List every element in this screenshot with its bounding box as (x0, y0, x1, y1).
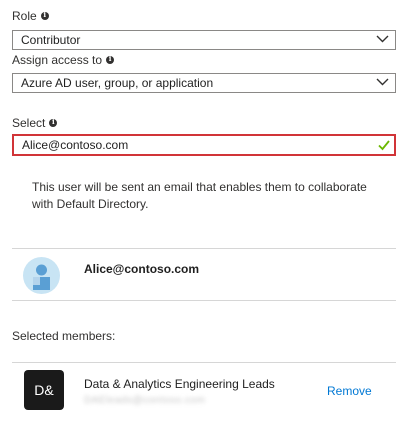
select-label-row: Select (12, 116, 58, 130)
remove-member-button[interactable]: Remove (327, 384, 372, 398)
info-icon[interactable] (40, 10, 49, 20)
assign-access-dropdown[interactable]: Azure AD user, group, or application (12, 73, 396, 93)
role-value: Contributor (21, 33, 81, 47)
info-icon[interactable] (106, 54, 115, 64)
role-label: Role (12, 9, 37, 23)
divider (12, 362, 396, 363)
select-label: Select (12, 116, 46, 130)
member-email: DAEleads@contoso.com (84, 395, 206, 406)
checkmark-icon (378, 140, 390, 151)
assign-access-label: Assign access to (12, 53, 103, 67)
divider (12, 300, 396, 301)
user-icon (33, 264, 50, 290)
select-search-input[interactable]: Alice@contoso.com (12, 134, 396, 156)
assign-access-label-row: Assign access to (12, 53, 115, 67)
selected-members-title: Selected members: (12, 329, 116, 343)
group-avatar: D& (24, 370, 64, 410)
role-label-row: Role (12, 9, 49, 23)
role-dropdown[interactable]: Contributor (12, 30, 396, 50)
assign-access-value: Azure AD user, group, or application (21, 76, 214, 90)
select-input-value: Alice@contoso.com (22, 138, 129, 152)
divider (12, 248, 396, 249)
invite-note: This user will be sent an email that ena… (32, 180, 367, 211)
group-initials: D& (34, 382, 54, 398)
info-icon[interactable] (49, 117, 58, 127)
member-name: Data & Analytics Engineering Leads (84, 377, 275, 391)
user-avatar (23, 257, 60, 294)
chevron-down-icon (376, 35, 389, 43)
chevron-down-icon (376, 78, 389, 86)
search-result-user[interactable]: Alice@contoso.com (84, 262, 199, 276)
